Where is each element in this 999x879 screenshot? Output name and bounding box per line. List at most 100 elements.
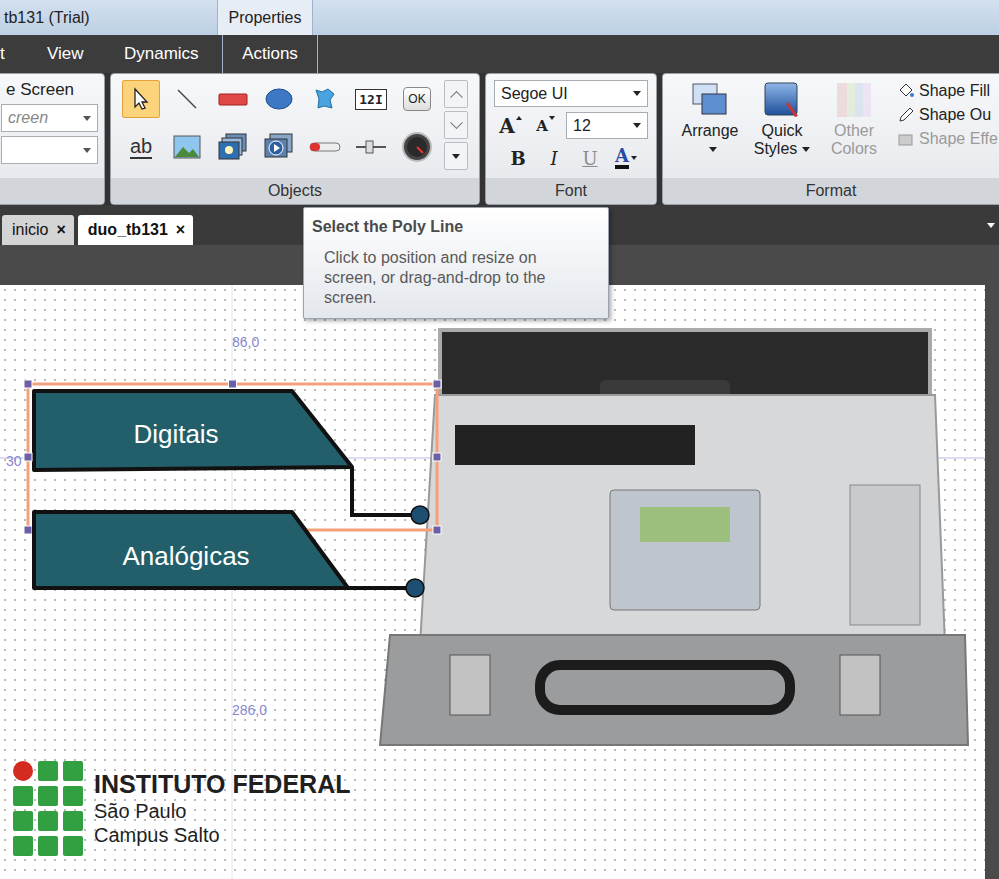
font-style-button[interactable]: I [538, 144, 570, 172]
object-tool[interactable] [306, 128, 344, 166]
object-tool[interactable] [168, 128, 206, 166]
objects-group: 12IOK ab Objects [110, 73, 480, 205]
institute-logo: INSTITUTO FEDERALSão PauloCampus Salto [13, 761, 350, 856]
object-tool[interactable] [260, 80, 298, 118]
editor-window: tb131 (Trial) Properties tViewDynamicsAc… [0, 0, 999, 879]
gallery-scroll [444, 80, 468, 178]
panel-shape[interactable]: Analógicas [34, 512, 424, 597]
window-title: tb131 (Trial) [0, 0, 217, 35]
format-small-button[interactable]: Shape Fill [897, 82, 998, 100]
document-tab[interactable]: inicio× [2, 215, 74, 245]
gauge-icon [401, 131, 433, 163]
coordinate-label: 86,0 [232, 334, 259, 350]
close-tab-button[interactable]: × [56, 221, 65, 239]
resize-handle[interactable] [433, 380, 441, 388]
screen-group: e Screen creen [0, 73, 105, 205]
color-palette-icon [834, 80, 874, 120]
group-label: Font [486, 178, 656, 204]
screen-canvas[interactable]: 86,0 30 286,0 Digitais Analógicas INSTITUTO … [0, 285, 985, 879]
ribbon: e Screen creen 12IOKab Objects Segoe UI … [0, 73, 999, 205]
font-size-combo[interactable]: 12 [566, 112, 648, 139]
object-tool[interactable]: OK [398, 80, 436, 118]
gallery-icon [218, 133, 248, 161]
menu-tab[interactable]: Dynamics [124, 35, 222, 73]
svg-text:Digitais: Digitais [133, 419, 218, 449]
quick-styles-icon [762, 80, 802, 120]
object-tool[interactable]: ab [122, 128, 160, 166]
object-tool[interactable] [214, 80, 252, 118]
font-style-button[interactable]: B [502, 144, 534, 172]
object-tool[interactable] [214, 128, 252, 166]
document-tab[interactable]: duo_tb131× [78, 215, 193, 245]
dropdown-arrow-icon [83, 116, 91, 121]
format-group: Arrange Quick Styles Other Colors Shape … [662, 73, 999, 205]
format-small-button[interactable]: Shape Ou [897, 106, 998, 124]
paint-bucket-icon [897, 82, 915, 100]
menu-bar: tViewDynamicsActions [0, 35, 999, 73]
object-tool[interactable] [352, 128, 390, 166]
object-tool[interactable] [398, 128, 436, 166]
dropdown-arrow-icon [633, 91, 641, 96]
coordinate-label: 286,0 [232, 702, 267, 718]
menu-tab[interactable]: View [47, 35, 124, 73]
title-bar: tb131 (Trial) Properties [0, 0, 999, 35]
context-tab[interactable]: Properties [217, 0, 313, 35]
dropdown-arrow-icon [83, 148, 91, 153]
tab-overflow-icon[interactable] [987, 223, 995, 228]
grow-font-button[interactable]: A [494, 113, 527, 139]
object-tool[interactable]: 12I [352, 80, 390, 118]
logo-text: São Paulo [94, 799, 350, 823]
progress-bar-icon [309, 134, 341, 160]
panel-shape[interactable]: Digitais [34, 391, 429, 524]
coordinate-label: 30 [6, 453, 22, 469]
line-icon [174, 86, 200, 112]
screen-group-title: e Screen [6, 80, 98, 100]
canvas-area: 86,0 30 286,0 Digitais Analógicas INSTITUTO … [0, 245, 999, 879]
pointer-icon [128, 86, 154, 112]
format-large-button[interactable]: Quick Styles [749, 80, 815, 178]
logo-text: Campus Salto [94, 823, 350, 847]
menu-tab[interactable]: Actions [222, 35, 318, 73]
gallery-more-button[interactable] [444, 142, 468, 170]
scroll-up-button[interactable] [444, 80, 468, 108]
object-tool[interactable] [122, 80, 160, 118]
object-tool[interactable] [260, 128, 298, 166]
resize-handle[interactable] [433, 526, 441, 534]
ellipse-icon [264, 86, 294, 112]
object-tool[interactable] [168, 80, 206, 118]
dropdown-arrow-icon [633, 123, 641, 128]
object-tool[interactable] [306, 80, 344, 118]
arrange-icon [690, 80, 730, 120]
pencil-icon [897, 106, 915, 124]
format-large-button[interactable]: Arrange [677, 80, 743, 178]
resize-handle[interactable] [24, 380, 32, 388]
resize-handle[interactable] [433, 453, 441, 461]
effects-icon [897, 130, 915, 148]
group-label: Objects [111, 178, 479, 204]
video-icon [264, 133, 294, 161]
resize-handle[interactable] [24, 526, 32, 534]
scroll-down-button[interactable] [444, 111, 468, 139]
close-tab-button[interactable]: × [176, 221, 185, 239]
font-style-button[interactable]: A [610, 144, 642, 172]
image-icon [173, 134, 201, 160]
format-small-button[interactable]: Shape Effe [897, 130, 998, 148]
menu-tab[interactable]: t [0, 35, 47, 73]
resize-handle[interactable] [24, 453, 32, 461]
training-box-photo [380, 330, 968, 745]
font-family-combo[interactable]: Segoe UI [494, 80, 648, 107]
resize-handle[interactable] [229, 380, 237, 388]
screen-combo[interactable] [1, 136, 98, 164]
format-large-button[interactable]: Other Colors [821, 80, 887, 178]
polygon-icon [312, 86, 338, 112]
shrink-font-button[interactable]: A [529, 113, 562, 139]
screen-combo[interactable]: creen [1, 104, 98, 132]
logo-mark-icon [13, 761, 83, 856]
svg-text:Analógicas: Analógicas [122, 541, 249, 571]
group-label: Format [663, 178, 999, 204]
rectangle-icon [218, 86, 248, 112]
font-style-button[interactable]: U [574, 144, 606, 172]
font-group: Segoe UI A A 12 B I U A Font [485, 73, 657, 205]
logo-text: INSTITUTO FEDERAL [94, 770, 350, 799]
slider-icon [355, 134, 387, 160]
